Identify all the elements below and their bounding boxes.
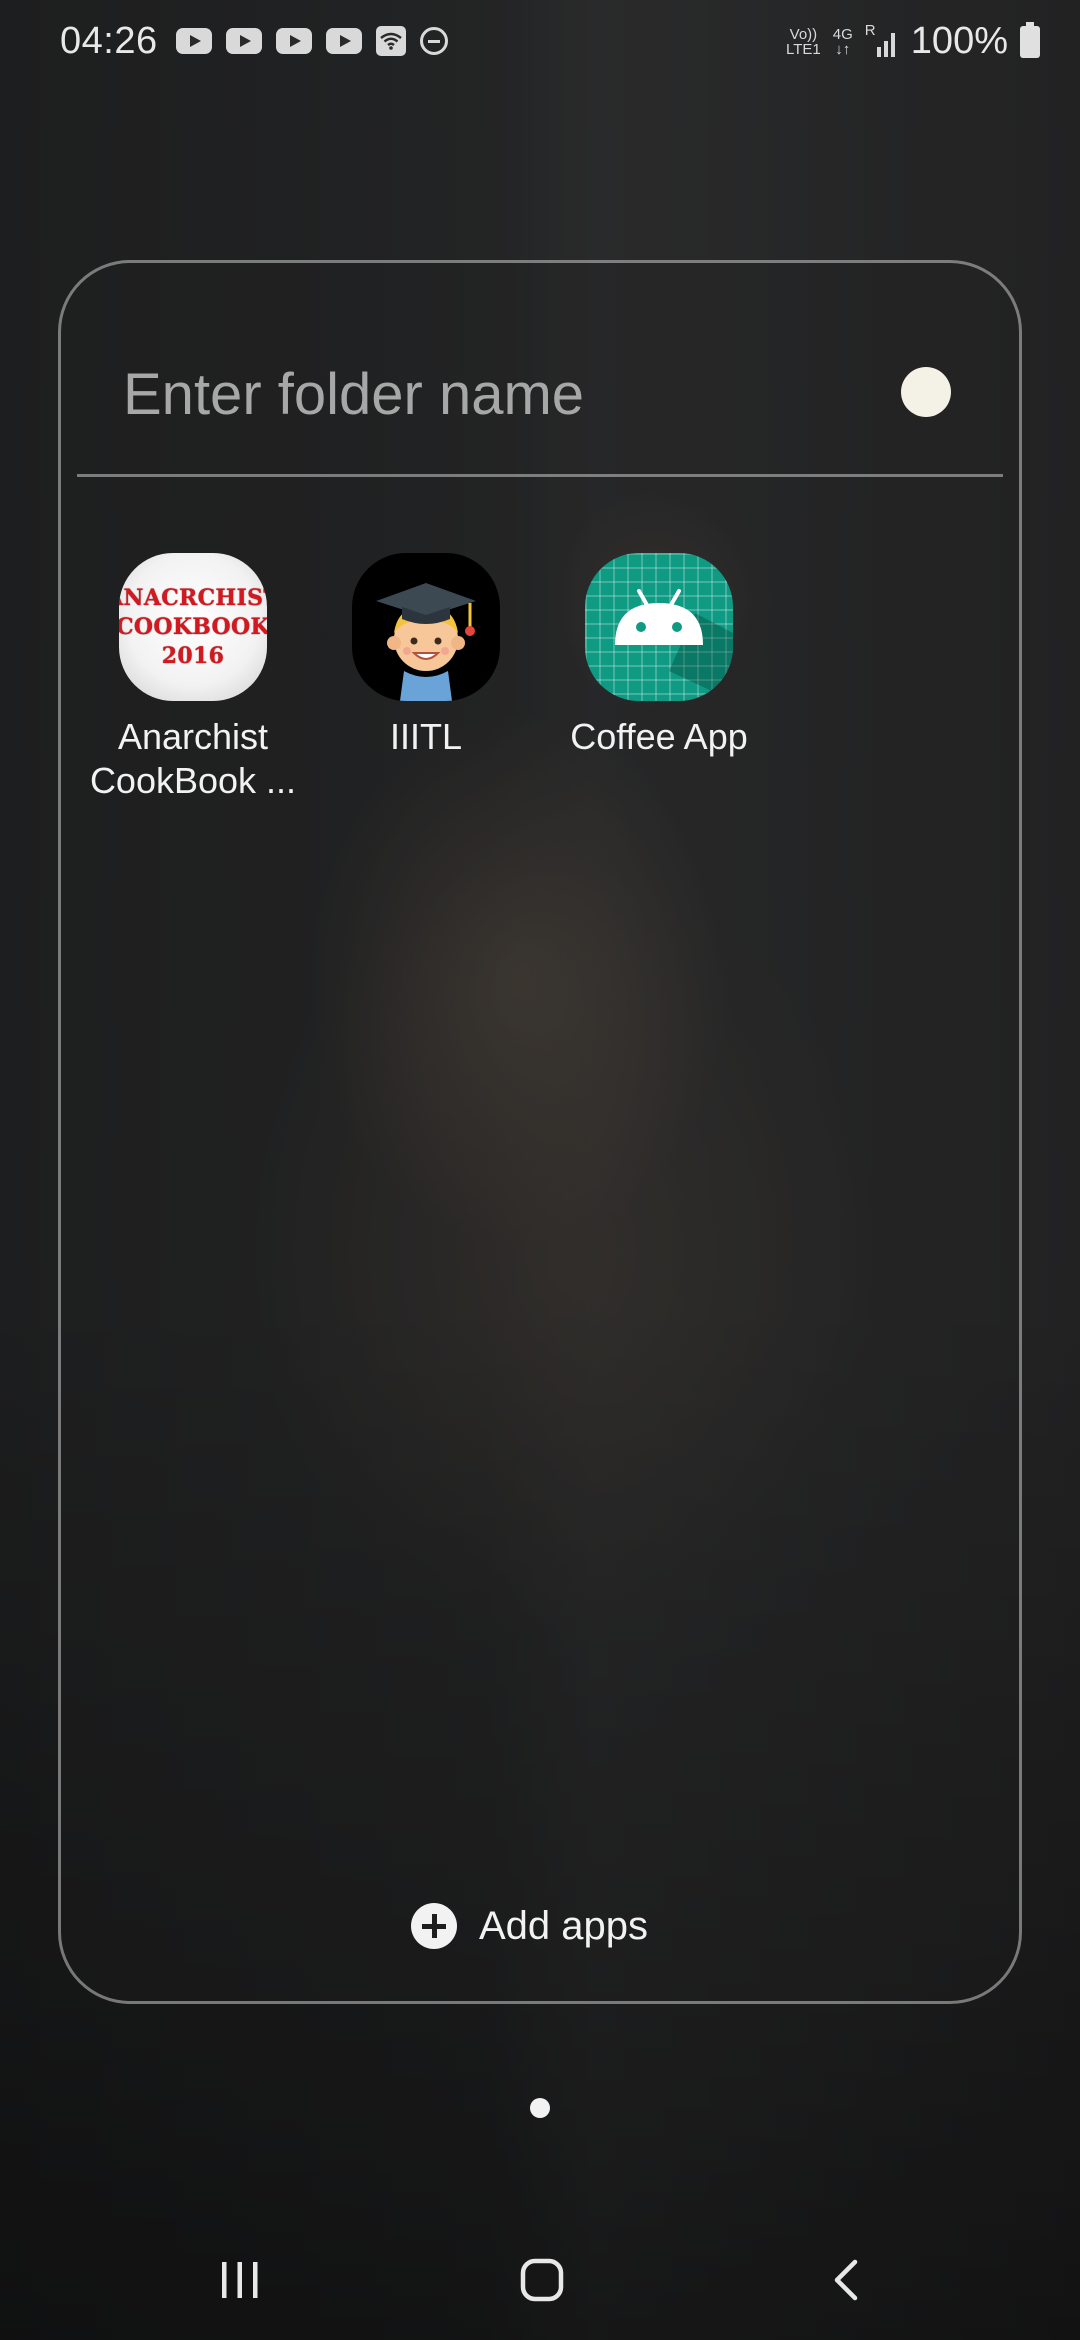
back-icon bbox=[834, 2259, 858, 2301]
youtube-icon bbox=[176, 28, 212, 54]
page-indicator-dot bbox=[530, 2098, 550, 2118]
android-icon[interactable] bbox=[585, 553, 733, 701]
youtube-icon bbox=[276, 28, 312, 54]
battery-percent: 100% bbox=[910, 20, 1008, 62]
navigation-bar bbox=[0, 2220, 1080, 2340]
wifi-calling-icon bbox=[376, 26, 406, 56]
app-anarchist-cookbook[interactable]: ANACRCHIST COOKBOOK 2016 Anarchist CookB… bbox=[77, 553, 309, 803]
app-coffee[interactable]: Coffee App bbox=[543, 553, 775, 759]
do-not-disturb-icon bbox=[420, 27, 448, 55]
folder-name-divider bbox=[77, 474, 1003, 477]
battery-icon bbox=[1020, 21, 1040, 58]
app-label: Coffee App bbox=[570, 716, 748, 757]
app-label: Anarchist CookBook ... bbox=[89, 716, 297, 801]
clock: 04:26 bbox=[60, 20, 158, 62]
app-iiitl[interactable]: IIITL bbox=[310, 553, 542, 759]
folder-color-button[interactable] bbox=[901, 367, 951, 417]
signal-icon: R bbox=[865, 23, 899, 59]
graduate-cap-icon[interactable] bbox=[352, 553, 500, 701]
app-label: IIITL bbox=[389, 716, 463, 757]
back-button[interactable] bbox=[776, 2220, 916, 2340]
folder-popup: Enter folder name ANACRCHIST COOKBOOK 20… bbox=[58, 260, 1022, 2004]
home-icon bbox=[520, 2258, 564, 2302]
system-icons: Vo)) LTE1 4G ↓↑ R 100% bbox=[786, 20, 1040, 63]
add-circle-icon bbox=[411, 1903, 457, 1949]
youtube-icon bbox=[326, 28, 362, 54]
home-button[interactable] bbox=[472, 2220, 612, 2340]
recents-button[interactable] bbox=[170, 2220, 310, 2340]
notification-icons bbox=[176, 26, 448, 56]
folder-name-input[interactable]: Enter folder name bbox=[123, 355, 883, 435]
network-type-icon: 4G ↓↑ bbox=[832, 25, 853, 58]
status-bar: 04:26 Vo)) LTE1 4G ↓↑ R 100% bbox=[0, 0, 1080, 84]
add-apps-button[interactable]: Add apps bbox=[411, 1903, 648, 1949]
add-apps-label: Add apps bbox=[479, 1903, 649, 1948]
volte-icon: Vo)) LTE1 bbox=[786, 25, 821, 58]
anarchist-cookbook-icon[interactable]: ANACRCHIST COOKBOOK 2016 bbox=[119, 553, 267, 701]
recents-icon bbox=[222, 2262, 258, 2298]
youtube-icon bbox=[226, 28, 262, 54]
